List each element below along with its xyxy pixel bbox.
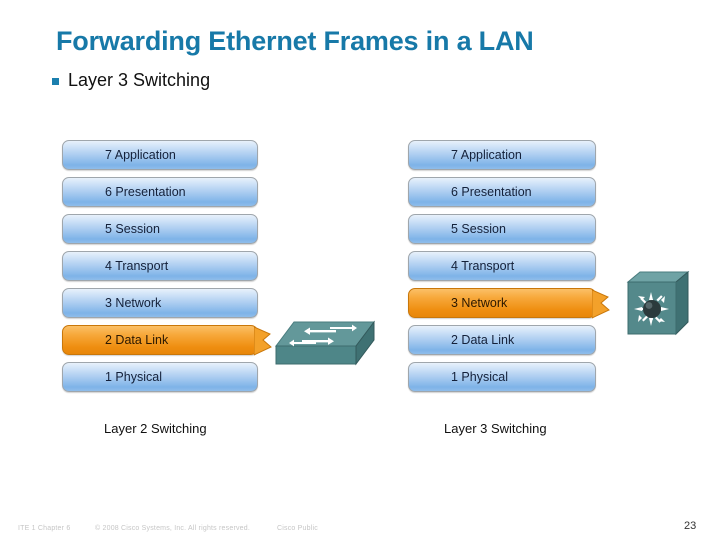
layer-box-datalink-left-highlighted: 2 Data Link	[62, 325, 272, 356]
layer-label: 7 Application	[451, 148, 522, 162]
layer-label: 4 Transport	[451, 259, 515, 273]
layer-label: 4 Transport	[105, 259, 169, 273]
layer-label: 2 Data Link	[451, 333, 515, 347]
layer-label: 3 Network	[451, 296, 508, 310]
layer-label: 5 Session	[105, 222, 160, 236]
layer-box-presentation-left: 6 Presentation	[62, 177, 258, 207]
footer-copyright-label: © 2008 Cisco Systems, Inc. All rights re…	[95, 525, 251, 532]
layer-label: 1 Physical	[105, 370, 162, 384]
page-number: 23	[684, 520, 697, 532]
layer-box-physical-right: 1 Physical	[408, 362, 596, 392]
callout-arrow-icon	[254, 325, 272, 357]
layer-label: 7 Application	[105, 148, 176, 162]
layer-box-session-left: 5 Session	[62, 214, 258, 244]
caption-layer2-switching: Layer 2 Switching	[104, 421, 207, 436]
layer-box-network-right-highlighted: 3 Network	[408, 288, 610, 319]
caption-layer3-switching: Layer 3 Switching	[444, 421, 547, 436]
osi-stack-layer3: 7 Application 6 Presentation 5 Session 4…	[408, 140, 610, 399]
layer-box-datalink-right: 2 Data Link	[408, 325, 596, 355]
layer-box-application-right: 7 Application	[408, 140, 596, 170]
callout-arrow-icon	[592, 288, 610, 320]
slide-footer: ITE 1 Chapter 6 © 2008 Cisco Systems, In…	[0, 522, 720, 540]
footer-chapter-label: ITE 1 Chapter 6	[18, 525, 71, 532]
switch-icon	[272, 318, 378, 376]
layer-box-presentation-right: 6 Presentation	[408, 177, 596, 207]
multilayer-switch-icon	[618, 268, 692, 342]
layer-box-transport-left: 4 Transport	[62, 251, 258, 281]
layer-box-network-left: 3 Network	[62, 288, 258, 318]
square-bullet-icon	[52, 78, 59, 85]
layer-label: 3 Network	[105, 296, 162, 310]
layer-label: 6 Presentation	[451, 185, 532, 199]
layer-label: 1 Physical	[451, 370, 508, 384]
bullet-item-label: Layer 3 Switching	[68, 70, 211, 90]
layer-label: 5 Session	[451, 222, 506, 236]
layer-label: 6 Presentation	[105, 185, 186, 199]
page-title: Forwarding Ethernet Frames in a LAN	[56, 26, 534, 56]
osi-stack-layer2: 7 Application 6 Presentation 5 Session 4…	[62, 140, 272, 399]
footer-classification-label: Cisco Public	[277, 525, 318, 532]
layer-box-application-left: 7 Application	[62, 140, 258, 170]
layer-label: 2 Data Link	[105, 333, 169, 347]
layer-box-session-right: 5 Session	[408, 214, 596, 244]
bullet-item: Layer 3 Switching	[52, 70, 210, 91]
layer-box-physical-left: 1 Physical	[62, 362, 258, 392]
layer-box-transport-right: 4 Transport	[408, 251, 596, 281]
